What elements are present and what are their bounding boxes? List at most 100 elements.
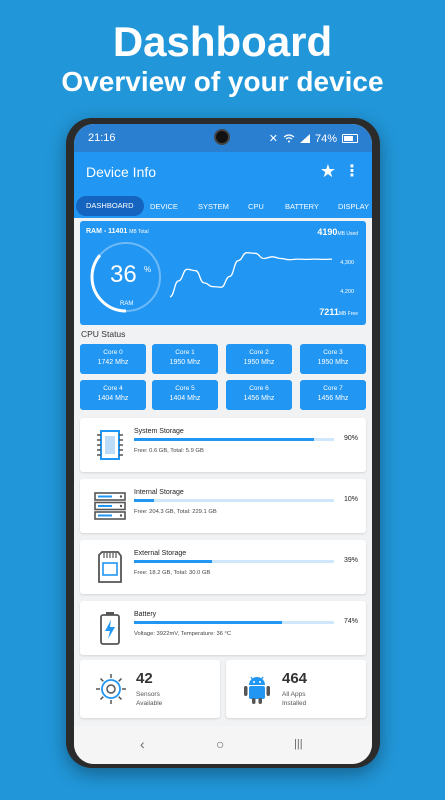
sensors-label: Sensors Available [136, 690, 162, 708]
apps-label-2: Installed [282, 700, 307, 707]
tab-battery[interactable]: BATTERY [285, 198, 319, 216]
storage-detail: Free: 0.6 GB, Total: 5.9 GB [134, 448, 204, 454]
storage-progress-fill [134, 560, 212, 563]
back-icon[interactable]: ‹ [140, 736, 145, 752]
core-name: Core 5 [175, 385, 195, 392]
storage-title: Battery [134, 611, 157, 618]
core-frequency: 1950 Mhz [317, 359, 349, 366]
server-icon [94, 492, 126, 520]
core-frequency: 1742 Mhz [97, 359, 129, 366]
cpu-core-5[interactable]: Core 5 1404 Mhz [152, 380, 218, 410]
storage-title: External Storage [134, 550, 187, 557]
ram-used-unit: MB Used [337, 231, 358, 237]
tab-bar: DASHBOARD DEVICE SYSTEM CPU BATTERY DISP… [74, 192, 372, 218]
storage-progress-bar [134, 499, 334, 502]
apps-label-1: All Apps [282, 691, 306, 698]
cpu-core-3[interactable]: Core 3 1950 Mhz [300, 344, 366, 374]
cpu-core-6[interactable]: Core 6 1456 Mhz [226, 380, 292, 410]
core-frequency: 1404 Mhz [97, 395, 129, 402]
sensors-count: 42 [136, 670, 153, 687]
star-icon[interactable]: ★ [320, 161, 336, 182]
storage-detail: Voltage: 3922mV, Temperature: 36 °C [134, 631, 232, 637]
storage-percent: 74% [343, 618, 358, 625]
tab-dashboard[interactable]: DASHBOARD [76, 196, 144, 216]
storage-progress-fill [134, 499, 154, 502]
apps-label: All Apps Installed [282, 690, 306, 708]
tab-display[interactable]: DISPLAY [338, 198, 369, 216]
tab-device[interactable]: DEVICE [150, 198, 178, 216]
sensors-label-1: Sensors [136, 691, 160, 698]
core-frequency: 1456 Mhz [317, 395, 349, 402]
sd-card-icon [98, 551, 122, 583]
ram-total-value: RAM - 11401 [86, 228, 128, 235]
home-icon[interactable]: ○ [216, 736, 224, 752]
storage-detail: Free: 204.3 GB, Total: 229.1 GB [134, 509, 217, 515]
ram-tick-high: 4,300 [340, 260, 354, 266]
ram-total: RAM - 11401 MB Total [86, 228, 149, 235]
external-storage-card[interactable]: External Storage 39% Free: 18.2 GB, Tota… [80, 540, 366, 594]
ram-usage-line [169, 252, 333, 298]
storage-title: System Storage [134, 428, 184, 435]
cpu-status-heading: CPU Status [81, 329, 126, 339]
cpu-core-7[interactable]: Core 7 1456 Mhz [300, 380, 366, 410]
cpu-core-0[interactable]: Core 0 1742 Mhz [80, 344, 146, 374]
storage-progress-bar [134, 621, 334, 624]
core-name: Core 7 [323, 385, 343, 392]
core-name: Core 6 [249, 385, 269, 392]
sensors-card[interactable]: 42 Sensors Available [80, 660, 220, 718]
ram-used: 4190MB Used [317, 227, 358, 237]
camera-hole [214, 129, 230, 145]
ram-usage-graph [169, 252, 333, 298]
core-name: Core 4 [103, 385, 123, 392]
ram-free: 7211MB Free [319, 307, 358, 317]
battery-icon [100, 612, 120, 645]
cpu-core-1[interactable]: Core 1 1950 Mhz [152, 344, 218, 374]
apps-count: 464 [282, 670, 308, 687]
sensor-icon [96, 674, 126, 704]
status-time: 21:16 [88, 132, 116, 144]
status-icons: ✕ 74% [269, 132, 358, 145]
ram-card[interactable]: RAM - 11401 MB Total 4190MB Used 36 % RA… [80, 221, 366, 325]
battery-percent: 74% [314, 132, 337, 145]
battery-card[interactable]: Battery 74% Voltage: 3922mV, Temperature… [80, 601, 366, 655]
core-name: Core 1 [175, 349, 195, 356]
storage-percent: 10% [343, 496, 358, 503]
core-frequency: 1950 Mhz [169, 359, 201, 366]
storage-detail: Free: 18.2 GB, Total: 30.0 GB [134, 570, 211, 576]
ram-percent: 36 [110, 261, 137, 288]
storage-percent: 39% [343, 557, 358, 564]
storage-progress-bar [134, 438, 334, 441]
ram-percent-sign: % [144, 265, 152, 274]
storage-title: Internal Storage [134, 489, 184, 496]
storage-progress-fill [134, 438, 314, 441]
ram-total-unit: MB Total [129, 229, 149, 235]
navigation-bar: ‹ ○ ||| [74, 726, 372, 764]
storage-progress-bar [134, 560, 334, 563]
ram-free-value: 7211 [319, 307, 339, 317]
internal-storage-card[interactable]: Internal Storage 10% Free: 204.3 GB, Tot… [80, 479, 366, 533]
more-options-icon[interactable]: ⋮ [344, 161, 360, 181]
ram-used-value: 4190 [317, 227, 338, 237]
android-icon [244, 676, 270, 704]
ram-tick-low: 4,200 [340, 289, 354, 295]
core-name: Core 0 [103, 349, 123, 356]
battery-status-icon [342, 134, 358, 143]
ram-free-unit: MB Free [338, 311, 358, 317]
apps-card[interactable]: 464 All Apps Installed [226, 660, 366, 718]
core-frequency: 1456 Mhz [243, 395, 275, 402]
app-title: Device Info [86, 164, 157, 180]
system-storage-card[interactable]: System Storage 90% Free: 0.6 GB, Total: … [80, 418, 366, 472]
core-frequency: 1950 Mhz [243, 359, 275, 366]
chip-icon [97, 430, 123, 460]
ram-label: RAM [120, 301, 134, 307]
recents-icon[interactable]: ||| [294, 738, 303, 750]
hero-title: Dashboard [112, 18, 333, 65]
tab-cpu[interactable]: CPU [248, 198, 264, 216]
core-name: Core 2 [249, 349, 269, 356]
tab-system[interactable]: SYSTEM [198, 198, 229, 216]
core-name: Core 3 [323, 349, 343, 356]
cpu-core-4[interactable]: Core 4 1404 Mhz [80, 380, 146, 410]
sensors-label-2: Available [136, 700, 163, 707]
status-bar: 21:16 ✕ 74% [74, 124, 372, 152]
cpu-core-2[interactable]: Core 2 1950 Mhz [226, 344, 292, 374]
